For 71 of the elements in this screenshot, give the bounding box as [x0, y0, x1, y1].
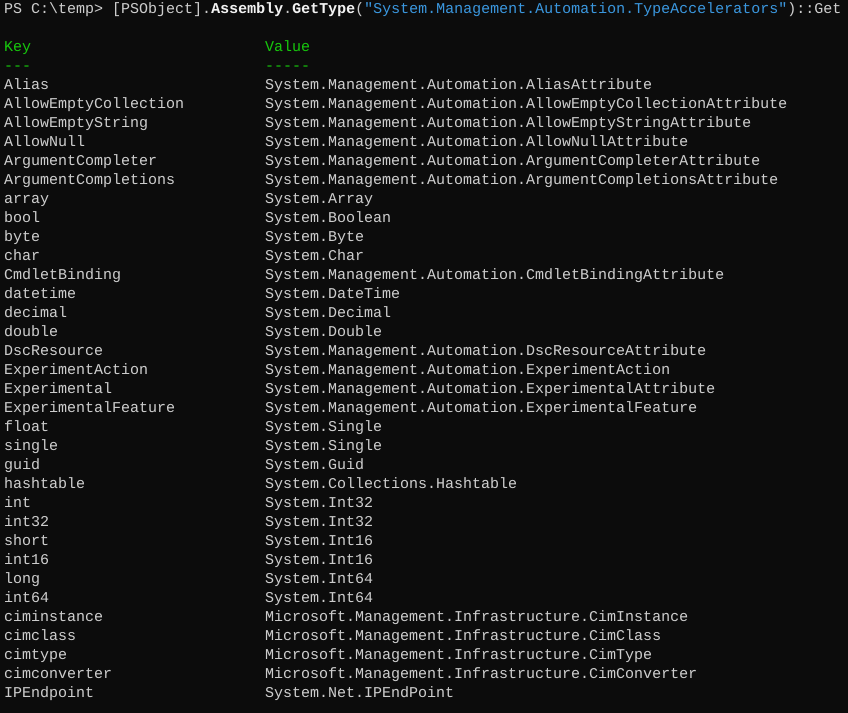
key-cell: array	[4, 191, 50, 208]
key-cell: hashtable	[4, 476, 86, 493]
key-cell: AllowEmptyCollection	[4, 96, 184, 113]
key-cell: int16	[4, 552, 50, 569]
header-rule: -----	[265, 58, 310, 75]
key-cell: datetime	[4, 286, 76, 303]
value-cell: System.Management.Automation.ArgumentCompletionsAttribute	[265, 172, 778, 189]
header-rule: ---	[4, 58, 32, 75]
value-cell: System.Management.Automation.ArgumentCompleterAttribute	[265, 153, 760, 170]
key-cell: decimal	[4, 305, 68, 322]
value-cell: Microsoft.Management.Infrastructure.CimClass	[265, 628, 662, 645]
key-cell: Alias	[4, 77, 50, 94]
key-cell: AllowEmptyString	[4, 115, 148, 132]
value-cell: System.Management.Automation.ExperimentAction	[265, 362, 670, 379]
value-cell: System.Management.Automation.DscResourceAttribute	[265, 343, 706, 360]
value-cell: System.Net.IPEndPoint	[265, 685, 454, 702]
command-line: PS C:\temp> [PSObject].Assembly.GetType("System.Management.Automation.TypeAccelerators")::Get	[4, 1, 842, 18]
key-cell: double	[4, 324, 58, 341]
key-cell: ArgumentCompleter	[4, 153, 158, 170]
value-cell: System.Int16	[265, 552, 374, 569]
key-cell: int32	[4, 514, 50, 531]
key-cell: cimconverter	[4, 666, 112, 683]
value-cell: System.Single	[265, 419, 382, 436]
column-header: Key	[4, 39, 32, 56]
key-cell: ExperimentalFeature	[4, 400, 176, 417]
value-cell: System.Double	[265, 324, 382, 341]
key-cell: int	[4, 495, 32, 512]
key-cell: byte	[4, 229, 40, 246]
key-cell: AllowNull	[4, 134, 86, 151]
key-cell: bool	[4, 210, 40, 227]
key-cell: CmdletBinding	[4, 267, 122, 284]
key-cell: guid	[4, 457, 40, 474]
value-cell: System.Int16	[265, 533, 374, 550]
value-cell: System.Management.Automation.AliasAttribute	[265, 77, 652, 94]
key-cell: ExperimentAction	[4, 362, 148, 379]
value-cell: System.Char	[265, 248, 364, 265]
key-cell: short	[4, 533, 50, 550]
value-cell: System.Management.Automation.CmdletBindingAttribute	[265, 267, 724, 284]
value-cell: System.Guid	[265, 457, 364, 474]
value-cell: System.Int64	[265, 590, 374, 607]
value-cell: System.Management.Automation.AllowNullAttribute	[265, 134, 688, 151]
key-cell: long	[4, 571, 40, 588]
key-cell: cimtype	[4, 647, 68, 664]
key-cell: char	[4, 248, 40, 265]
value-cell: System.Management.Automation.ExperimentalAttribute	[265, 381, 716, 398]
value-cell: System.Byte	[265, 229, 364, 246]
value-cell: Microsoft.Management.Infrastructure.CimInstance	[265, 609, 688, 626]
value-cell: System.Management.Automation.AllowEmptyStringAttribute	[265, 115, 752, 132]
value-cell: Microsoft.Management.Infrastructure.CimConverter	[265, 666, 698, 683]
column-header: Value	[265, 39, 310, 56]
key-cell: cimclass	[4, 628, 76, 645]
key-cell: DscResource	[4, 343, 104, 360]
key-cell: int64	[4, 590, 50, 607]
value-cell: System.Management.Automation.AllowEmptyCollectionAttribute	[265, 96, 788, 113]
value-cell: System.Decimal	[265, 305, 392, 322]
value-cell: System.Int64	[265, 571, 374, 588]
value-cell: System.Array	[265, 191, 374, 208]
key-cell: single	[4, 438, 58, 455]
value-cell: System.DateTime	[265, 286, 400, 303]
value-cell: System.Collections.Hashtable	[265, 476, 518, 493]
key-cell: Experimental	[4, 381, 112, 398]
value-cell: System.Int32	[265, 514, 374, 531]
key-cell: ArgumentCompletions	[4, 172, 176, 189]
value-cell: Microsoft.Management.Infrastructure.CimType	[265, 647, 652, 664]
key-cell: IPEndpoint	[4, 685, 94, 702]
value-cell: System.Single	[265, 438, 382, 455]
key-cell: float	[4, 419, 50, 436]
value-cell: System.Int32	[265, 495, 374, 512]
value-cell: System.Boolean	[265, 210, 392, 227]
value-cell: System.Management.Automation.ExperimentalFeature	[265, 400, 698, 417]
key-cell: ciminstance	[4, 609, 104, 626]
